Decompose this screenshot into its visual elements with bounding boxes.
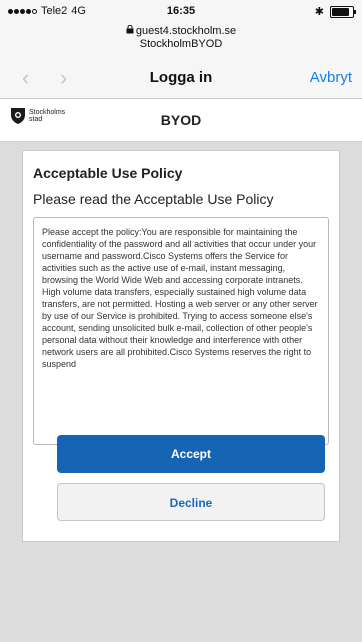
bluetooth-icon: ✱	[314, 6, 324, 18]
address-bar[interactable]: guest4.stockholm.se StockholmBYOD	[0, 22, 362, 58]
lock-icon	[126, 24, 134, 36]
brand-title: BYOD	[160, 112, 202, 128]
navigation-bar: ‹ › Logga in Avbryt	[0, 58, 362, 99]
status-bar: Tele2 4G 16:35 ✱	[0, 0, 362, 22]
clock: 16:35	[166, 5, 196, 17]
page-name: StockholmBYOD	[139, 38, 223, 50]
policy-subtitle: Please read the Acceptable Use Policy	[33, 191, 274, 207]
policy-text: Please accept the policy:You are respons…	[42, 227, 318, 369]
status-icons: ✱	[314, 5, 356, 18]
cancel-button[interactable]: Avbryt	[310, 69, 352, 86]
policy-title: Acceptable Use Policy	[33, 165, 183, 181]
url-host: guest4.stockholm.se	[135, 25, 237, 37]
battery-icon	[330, 5, 356, 18]
battery-level	[332, 7, 349, 16]
nav-title: Logga in	[149, 69, 213, 86]
policy-textarea[interactable]: Please accept the policy:You are respons…	[33, 217, 329, 445]
brand-header: Stockholms stad BYOD	[0, 99, 362, 142]
decline-button[interactable]: Decline	[57, 483, 325, 521]
policy-card: Acceptable Use Policy Please read the Ac…	[22, 150, 340, 542]
accept-button[interactable]: Accept	[57, 435, 325, 473]
